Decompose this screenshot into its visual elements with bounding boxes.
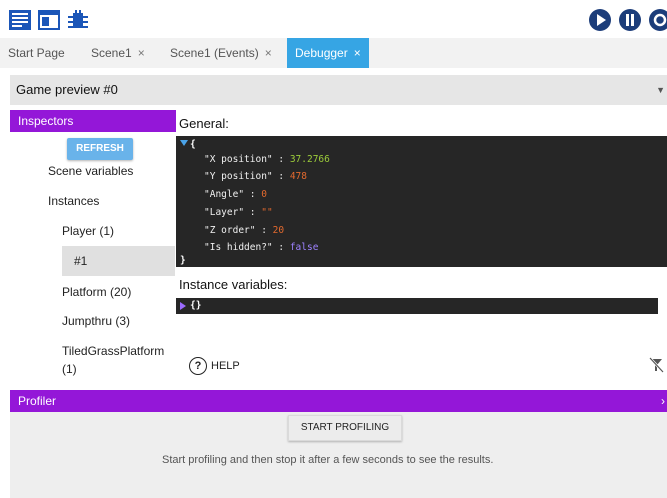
tree-item-jumpthru[interactable]: Jumpthru (3) [62, 314, 130, 328]
tab-start-page[interactable]: Start Page [8, 38, 65, 68]
toolbar [0, 0, 667, 38]
tab-bar: Start Page Scene1 × Scene1 (Events) × Debu… [0, 38, 667, 68]
json-row-x: "X position" : 37.2766 [204, 154, 330, 165]
tab-label: Start Page [8, 46, 65, 60]
chevron-down-icon: ▼ [656, 85, 665, 95]
refresh-circle-icon[interactable] [648, 8, 667, 32]
json-row-angle: "Angle" : 0 [204, 189, 267, 200]
tab-label: Scene1 [91, 46, 132, 60]
scene-list-icon[interactable] [8, 8, 32, 32]
tree-item-instances[interactable]: Instances [48, 194, 99, 208]
game-preview-select[interactable]: Game preview #0 ▼ [10, 75, 667, 105]
inspectors-header: Inspectors [10, 110, 176, 132]
close-brace: } [180, 255, 186, 266]
instance-variables-json[interactable]: {} [176, 298, 658, 314]
help-label: HELP [211, 360, 240, 372]
game-preview-value: Game preview #0 [16, 82, 118, 97]
debugger-bug-icon[interactable] [66, 8, 90, 32]
tree-item-tiledgrassplatform[interactable]: TiledGrassPlatform (1) [62, 344, 164, 376]
tab-label: Scene1 (Events) [170, 46, 259, 60]
tree-item-platform[interactable]: Platform (20) [62, 285, 131, 299]
close-icon[interactable]: × [354, 46, 361, 60]
tab-scene1-events[interactable]: Scene1 (Events) × [170, 38, 272, 68]
close-icon[interactable]: × [265, 46, 272, 60]
json-row-y: "Y position" : 478 [204, 171, 307, 182]
pause-icon[interactable] [618, 8, 642, 32]
tree-item-instance-1[interactable]: #1 [62, 246, 175, 276]
tree-item-player[interactable]: Player (1) [62, 224, 114, 238]
window-icon[interactable] [37, 8, 61, 32]
tab-label: Debugger [295, 46, 348, 60]
tree-item-scene-variables[interactable]: Scene variables [48, 164, 133, 178]
play-icon[interactable] [588, 8, 612, 32]
close-icon[interactable]: × [138, 46, 145, 60]
expand-triangle-icon[interactable] [180, 140, 188, 146]
json-row-layer: "Layer" : "" [204, 207, 273, 218]
profiler-message: Start profiling and then stop it after a… [162, 454, 494, 466]
general-title: General: [179, 116, 229, 131]
instance-variables-title: Instance variables: [179, 277, 288, 292]
tab-debugger[interactable]: Debugger × [287, 38, 369, 68]
refresh-button[interactable]: REFRESH [67, 138, 133, 160]
filter-off-icon[interactable] [648, 357, 664, 373]
tab-scene1[interactable]: Scene1 × [91, 38, 145, 68]
general-json-viewer[interactable]: { "X position" : 37.2766 "Y position" : … [176, 136, 667, 267]
json-row-z-order: "Z order" : 20 [204, 225, 285, 236]
help-circle-icon: ? [189, 357, 207, 376]
open-brace: { [190, 139, 196, 150]
start-profiling-button[interactable]: START PROFILING [288, 415, 402, 441]
json-row-is-hidden: "Is hidden?" : false [204, 242, 319, 253]
chevron-right-icon: › [661, 394, 665, 408]
help-button[interactable]: ? HELP [189, 356, 240, 376]
collapsed-triangle-icon[interactable] [180, 302, 186, 310]
profiler-header[interactable]: Profiler › [10, 390, 667, 412]
